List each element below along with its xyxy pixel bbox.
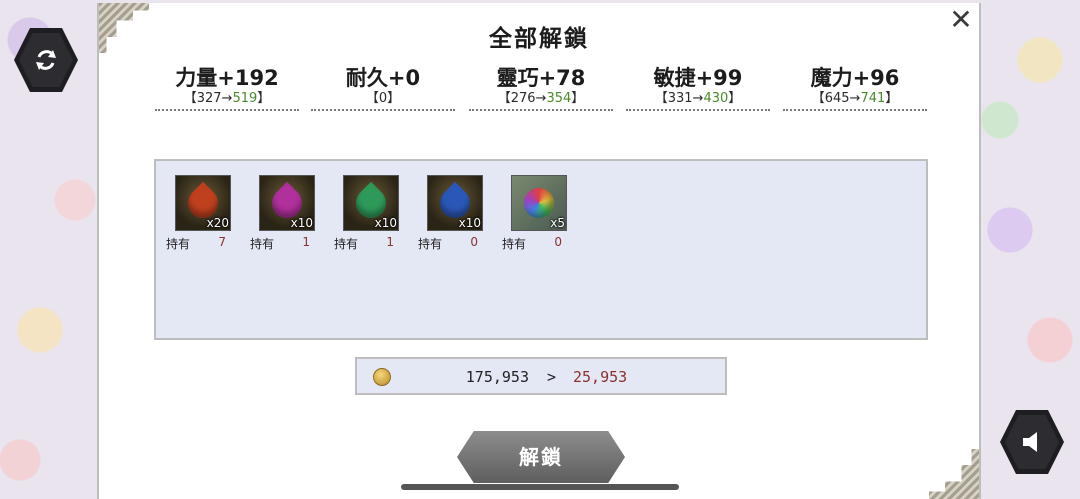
stat-dexterity: 靈巧+78 【276→354】 xyxy=(469,65,613,111)
item-quantity: x10 xyxy=(374,216,397,230)
item-icon-frame: x10 xyxy=(343,175,399,231)
item-icon-frame: x10 xyxy=(427,175,483,231)
stat-label: 敏捷+99 xyxy=(653,66,743,90)
stat-detail: 【331→430】 xyxy=(654,91,742,106)
owned-row: 持有 1 xyxy=(334,235,394,251)
unlock-button[interactable]: 解鎖 xyxy=(457,431,625,483)
item-slot[interactable]: x10 持有 1 xyxy=(334,175,404,252)
item-quantity: x20 xyxy=(206,216,229,230)
item-icon-frame: x5 xyxy=(511,175,567,231)
item-quantity: x10 xyxy=(458,216,481,230)
item-slot[interactable]: x20 持有 7 xyxy=(166,175,236,252)
home-indicator[interactable] xyxy=(401,484,679,490)
stat-detail: 【0】 xyxy=(365,91,401,106)
owned-row: 持有 0 xyxy=(418,235,478,251)
refresh-icon xyxy=(36,50,56,70)
item-icon-frame: x10 xyxy=(259,175,315,231)
owned-row: 持有 0 xyxy=(502,235,562,251)
current-gold: 175,953 xyxy=(465,368,529,386)
stat-label: 力量+192 xyxy=(175,66,279,90)
stat-agility: 敏捷+99 【331→430】 xyxy=(626,65,770,111)
stat-magic: 魔力+96 【645→741】 xyxy=(783,65,927,111)
stat-label: 靈巧+78 xyxy=(496,66,586,90)
stat-label: 魔力+96 xyxy=(810,66,900,90)
stat-detail: 【645→741】 xyxy=(811,91,899,106)
owned-row: 持有 1 xyxy=(250,235,310,251)
gold-after-unlock: 25,953 xyxy=(573,368,628,386)
dialog-title: 全部解鎖 xyxy=(489,26,589,52)
corner-ornament xyxy=(929,449,979,499)
refresh-button[interactable] xyxy=(14,28,78,92)
item-icon-frame: x20 xyxy=(175,175,231,231)
owned-row: 持有 7 xyxy=(166,235,226,251)
cost-arrow: > xyxy=(547,368,557,386)
item-slot[interactable]: x10 持有 1 xyxy=(250,175,320,252)
speaker-icon xyxy=(1023,432,1037,452)
stat-label: 耐久+0 xyxy=(345,66,421,90)
stat-detail: 【276→354】 xyxy=(497,91,585,106)
stat-strength: 力量+192 【327→519】 xyxy=(155,65,299,111)
sound-button[interactable] xyxy=(1000,410,1064,474)
rainbow-orb-icon xyxy=(524,188,554,218)
item-slot[interactable]: x5 持有 0 xyxy=(502,175,572,252)
stat-endurance: 耐久+0 【0】 xyxy=(311,65,455,111)
item-slot[interactable]: x10 持有 0 xyxy=(418,175,488,252)
close-icon[interactable]: ✕ xyxy=(947,6,975,34)
item-quantity: x5 xyxy=(550,216,565,230)
item-quantity: x10 xyxy=(290,216,313,230)
required-items-panel: x20 持有 7 x10 持有 1 x10 持有 1 x10 持有 0 x5 持… xyxy=(154,159,928,340)
cost-bar: 175,953 > 25,953 xyxy=(355,357,727,395)
gold-coin-icon xyxy=(373,368,391,386)
unlock-all-dialog: 全部解鎖 ✕ 力量+192 【327→519】 耐久+0 【0】 靈巧+78 【… xyxy=(97,3,981,499)
stat-detail: 【327→519】 xyxy=(183,91,271,106)
